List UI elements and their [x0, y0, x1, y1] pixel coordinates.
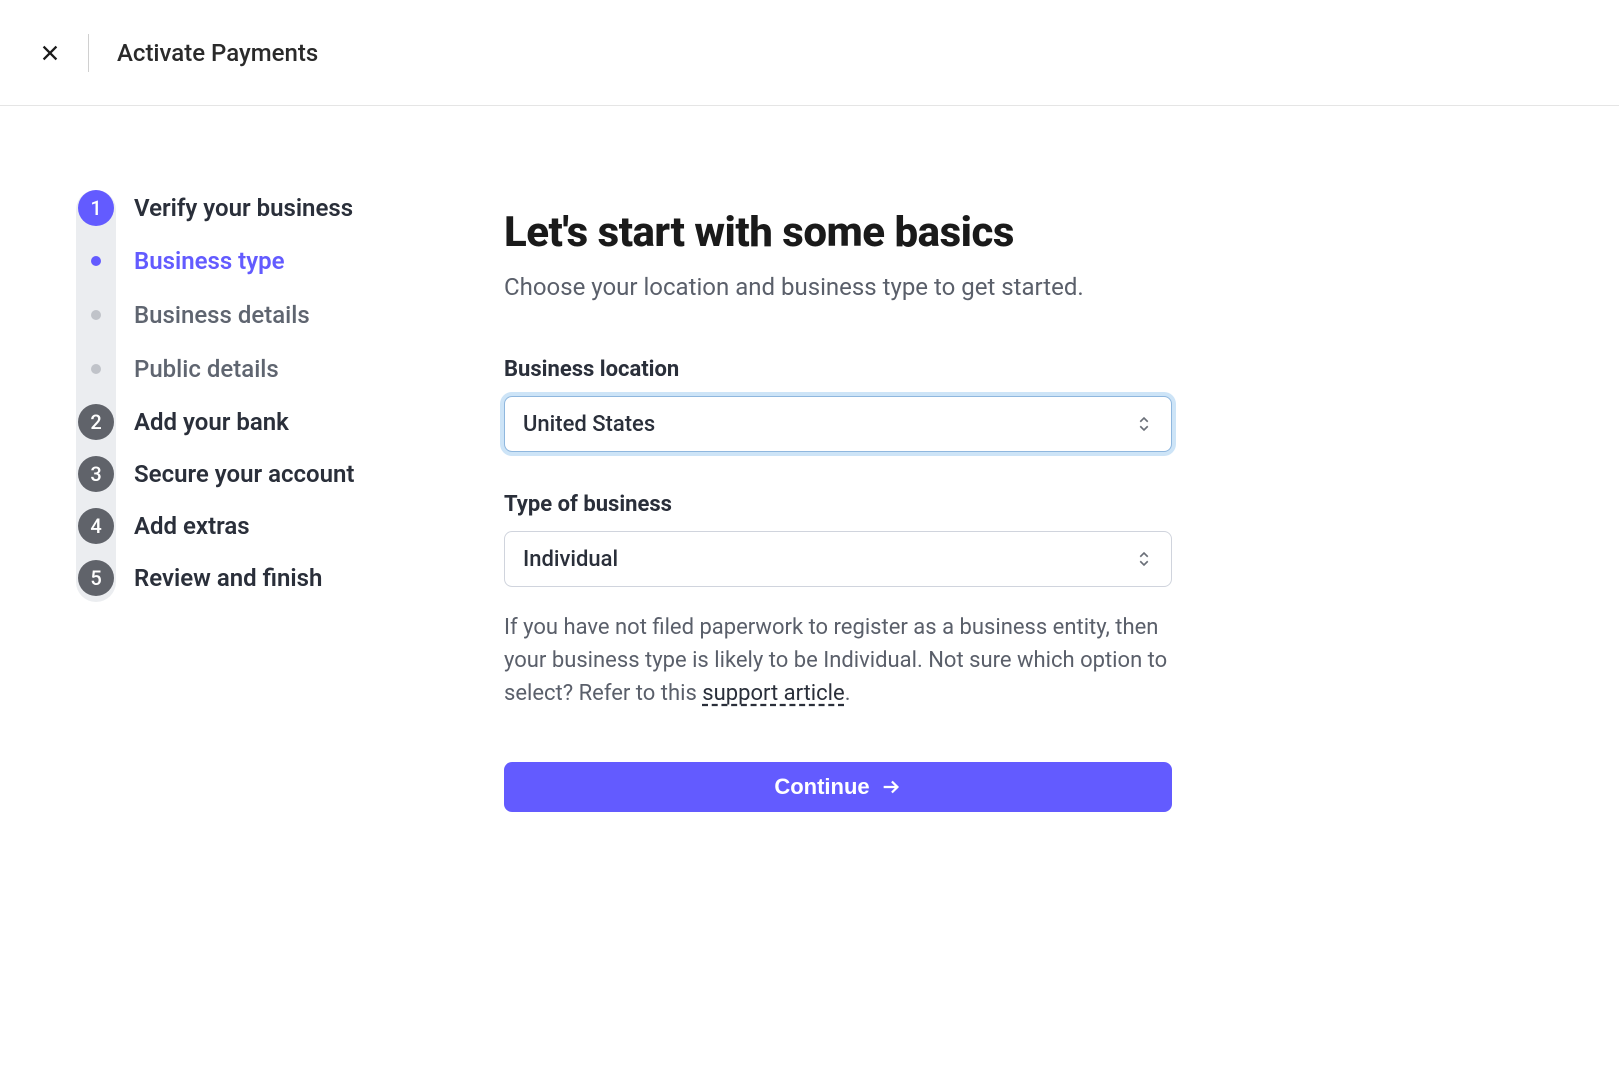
substep-label: Business details	[134, 301, 310, 329]
step-number: 5	[78, 560, 114, 596]
step-number: 1	[78, 190, 114, 226]
step-label: Add your bank	[134, 408, 289, 436]
step-label: Secure your account	[134, 460, 354, 488]
field-label: Business location	[504, 357, 1172, 382]
continue-button[interactable]: Continue	[504, 762, 1172, 812]
header: Activate Payments	[0, 0, 1619, 106]
substep-label: Business type	[134, 247, 285, 275]
step-label: Review and finish	[134, 564, 322, 592]
step-number: 2	[78, 404, 114, 440]
chevron-up-down-icon	[1135, 415, 1153, 433]
select-wrapper: Individual	[504, 531, 1172, 587]
continue-label: Continue	[774, 774, 869, 800]
page-title: Activate Payments	[117, 39, 318, 67]
content: 1 Verify your business Business type Bus…	[0, 106, 1619, 812]
steps-list: 1 Verify your business Business type Bus…	[76, 190, 440, 596]
support-article-link[interactable]: support article	[702, 681, 844, 706]
substep-business-details[interactable]: Business details	[76, 296, 440, 334]
substep-business-type[interactable]: Business type	[76, 242, 440, 280]
header-divider	[88, 34, 89, 72]
step-add-bank[interactable]: 2 Add your bank	[76, 404, 440, 440]
substep-label: Public details	[134, 355, 279, 383]
arrow-right-icon	[880, 776, 902, 798]
step-label: Verify your business	[134, 194, 353, 222]
business-type-select[interactable]: Individual	[504, 531, 1172, 587]
select-value: Individual	[523, 547, 618, 572]
field-business-location: Business location United States	[504, 357, 1172, 452]
step-review-finish[interactable]: 5 Review and finish	[76, 560, 440, 596]
chevron-up-down-icon	[1135, 550, 1153, 568]
step-verify-business[interactable]: 1 Verify your business	[76, 190, 440, 226]
close-icon	[39, 42, 61, 64]
step-number: 4	[78, 508, 114, 544]
help-text-after: .	[845, 681, 851, 706]
substep-dot	[91, 256, 101, 266]
step-number: 3	[78, 456, 114, 492]
business-location-select[interactable]: United States	[504, 396, 1172, 452]
step-label: Add extras	[134, 512, 250, 540]
close-button[interactable]	[30, 33, 70, 73]
select-wrapper: United States	[504, 396, 1172, 452]
sidebar: 1 Verify your business Business type Bus…	[0, 190, 440, 812]
step-add-extras[interactable]: 4 Add extras	[76, 508, 440, 544]
main-content: Let's start with some basics Choose your…	[440, 190, 1172, 812]
field-label: Type of business	[504, 492, 1172, 517]
substep-dot	[91, 310, 101, 320]
substep-dot	[91, 364, 101, 374]
select-value: United States	[523, 412, 655, 437]
substep-public-details[interactable]: Public details	[76, 350, 440, 388]
main-subtitle: Choose your location and business type t…	[504, 273, 1172, 301]
main-title: Let's start with some basics	[504, 208, 1172, 257]
step-secure-account[interactable]: 3 Secure your account	[76, 456, 440, 492]
help-text: If you have not filed paperwork to regis…	[504, 611, 1172, 710]
field-business-type: Type of business Individual If you have …	[504, 492, 1172, 710]
